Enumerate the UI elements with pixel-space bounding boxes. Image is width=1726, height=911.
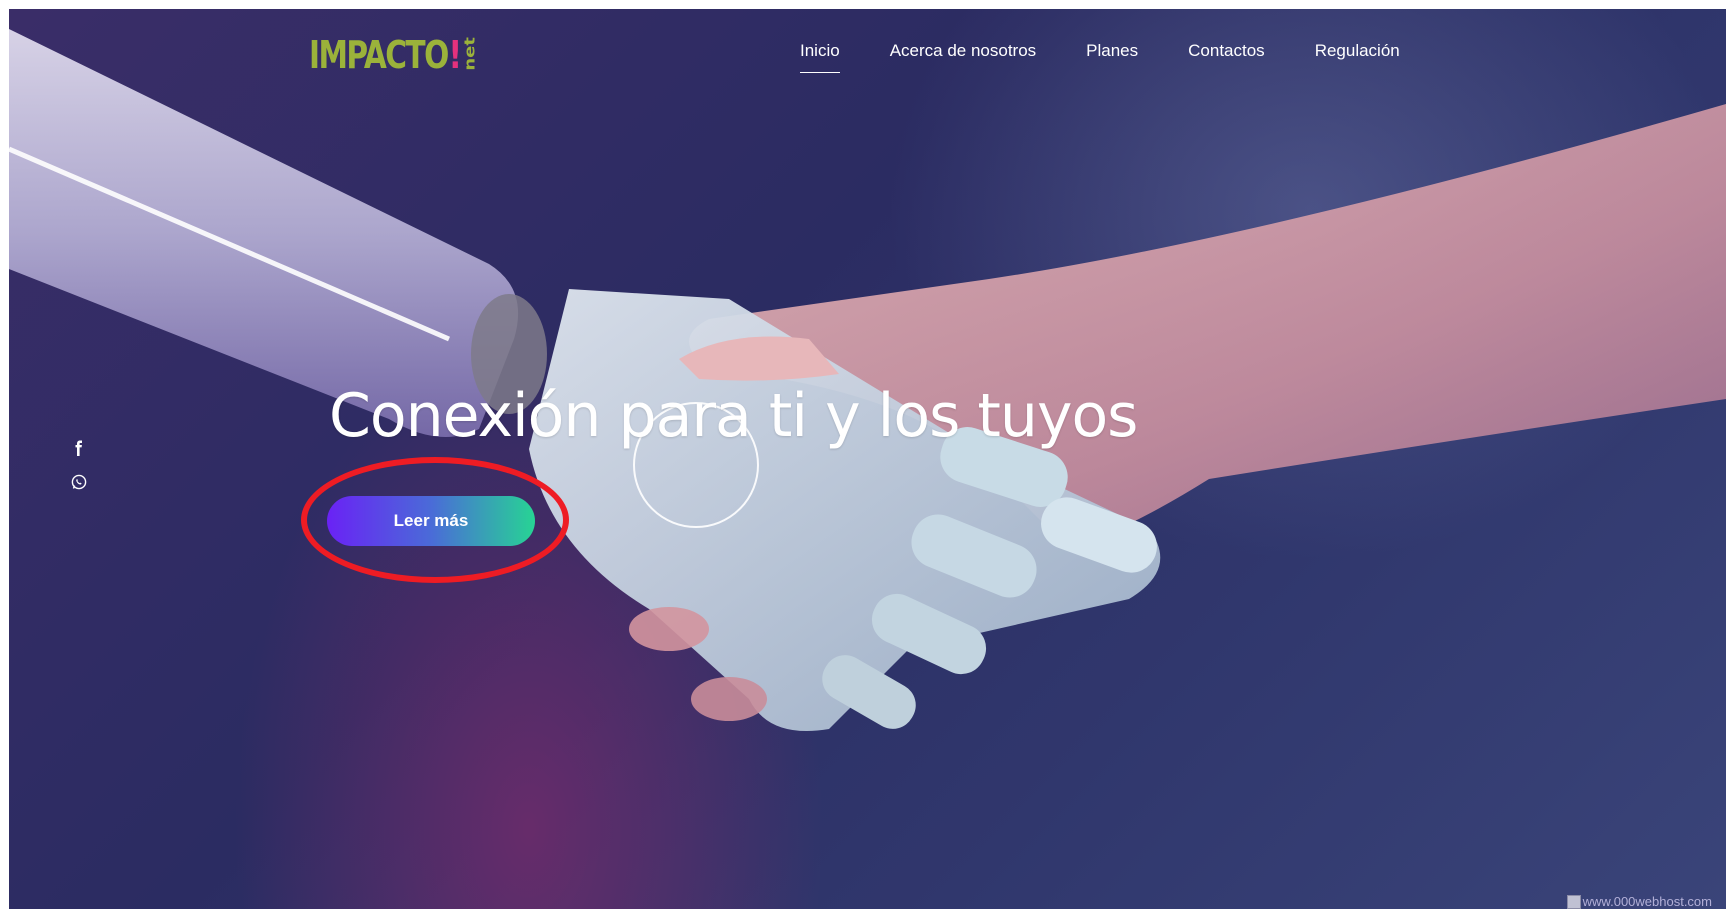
hero-headline: Conexión para ti y los tuyos (329, 381, 1138, 451)
main-nav: Inicio Acerca de nosotros Planes Contact… (800, 41, 1450, 73)
logo-wordmark: IMPACTO (309, 33, 449, 77)
broken-image-icon (1566, 894, 1581, 909)
facebook-icon[interactable] (71, 440, 87, 456)
whatsapp-icon[interactable] (71, 474, 87, 490)
nav-item-inicio[interactable]: Inicio (800, 41, 840, 73)
host-badge[interactable]: www.000webhost.com (1566, 894, 1712, 909)
logo-exclamation: ! (448, 33, 462, 77)
nav-item-planes[interactable]: Planes (1086, 41, 1138, 73)
hero-background-image (9, 29, 1726, 731)
nav-item-contactos[interactable]: Contactos (1188, 41, 1265, 73)
nav-item-acerca[interactable]: Acerca de nosotros (890, 41, 1036, 73)
hero-section: IMPACTO ! net Inicio Acerca de nosotros … (9, 9, 1726, 909)
social-links (71, 440, 87, 490)
host-badge-text: www.000webhost.com (1582, 894, 1712, 909)
brand-logo[interactable]: IMPACTO ! net (309, 33, 478, 77)
nav-item-regulacion[interactable]: Regulación (1315, 41, 1400, 73)
leer-mas-button[interactable]: Leer más (327, 496, 535, 546)
logo-suffix: net (462, 37, 479, 71)
